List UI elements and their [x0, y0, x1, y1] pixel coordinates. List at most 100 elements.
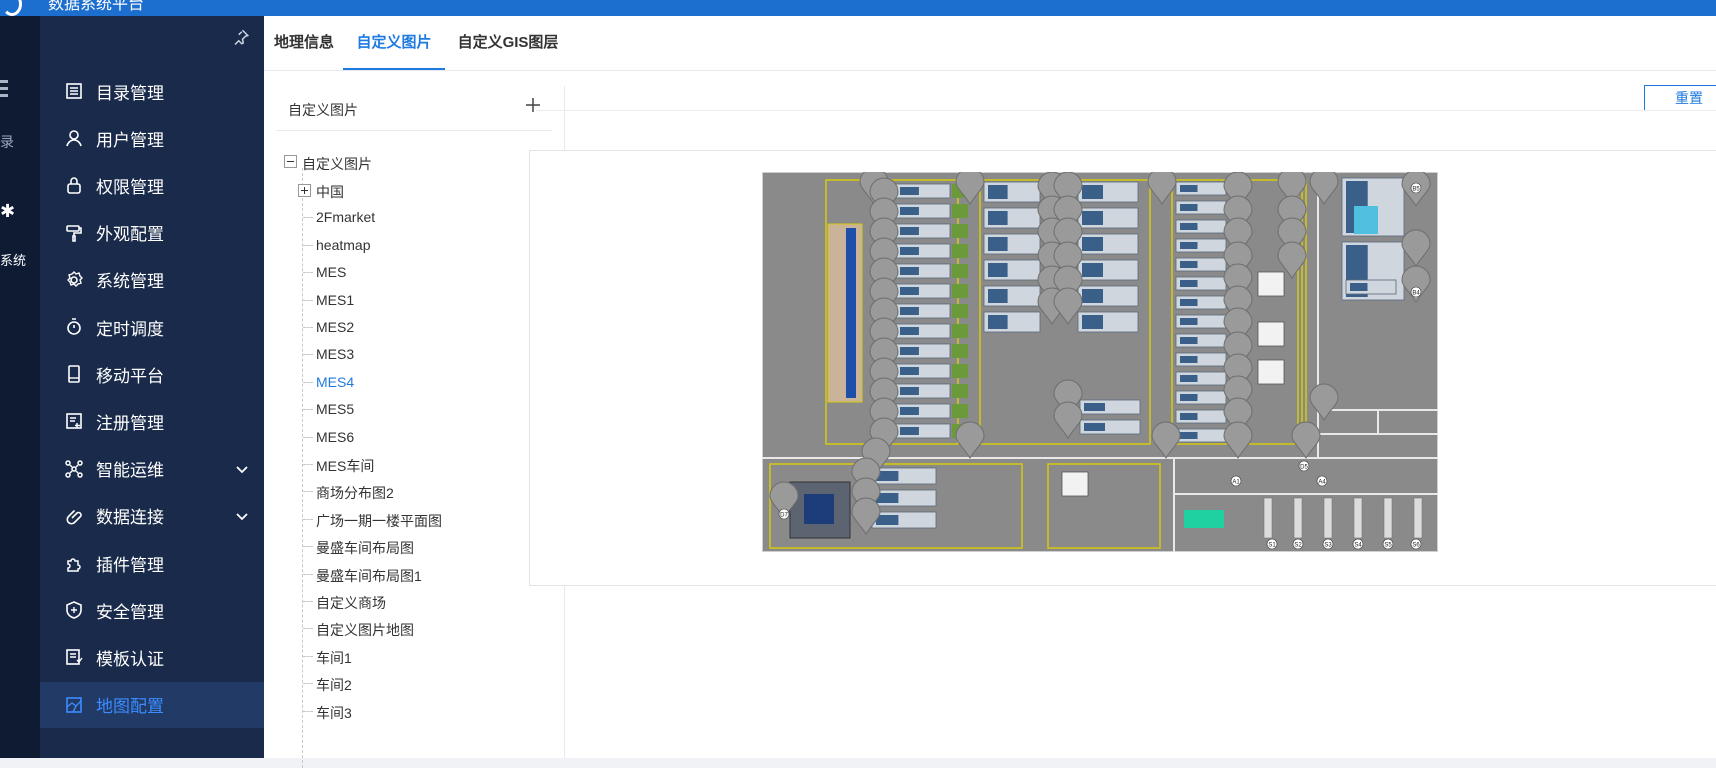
- sidebar-item-10[interactable]: 插件管理: [40, 540, 264, 586]
- machine-panel: [1082, 315, 1103, 329]
- machine-panel: [876, 515, 899, 525]
- catalog-icon: [66, 83, 82, 99]
- tree-node[interactable]: MES6: [316, 429, 354, 445]
- tree-node[interactable]: 广场一期一楼平面图: [316, 511, 442, 531]
- tree-guide-line: [303, 436, 313, 438]
- sidebar-item-3[interactable]: 外观配置: [40, 210, 264, 256]
- machine-panel: [1082, 263, 1103, 277]
- lock-icon: [67, 177, 81, 195]
- register-icon: [66, 413, 82, 430]
- tree-guide-line: [303, 354, 313, 356]
- machine-panel: [1180, 261, 1198, 268]
- tree-node[interactable]: 中国: [316, 182, 344, 202]
- tree-node[interactable]: MES5: [316, 401, 354, 417]
- machine-base: [952, 404, 968, 418]
- tree-guide-line: [303, 710, 313, 712]
- machine-panel: [1180, 242, 1198, 249]
- tree-guide-line: [303, 628, 313, 630]
- sidebar-item-0[interactable]: 目录管理: [40, 68, 264, 114]
- tab-geo-info[interactable]: 地理信息: [258, 16, 350, 68]
- tab-custom-gis-layer[interactable]: 自定义GIS图层: [454, 16, 562, 68]
- marker-label: D5: [1300, 465, 1308, 471]
- sidebar-item-label: 目录管理: [96, 83, 164, 103]
- tree-expand-toggle[interactable]: [298, 184, 311, 197]
- machine-panel: [900, 207, 919, 215]
- sidebar-item-4[interactable]: 系统管理: [40, 257, 264, 303]
- sidebar: 目录管理用户管理 权限管理 外观配置系统管理定时调度移动平台 注册管理 智能运维 数据连接…: [40, 16, 264, 758]
- sidebar-item-12[interactable]: 模板认证: [40, 634, 264, 680]
- sidebar-item-2[interactable]: 权限管理: [40, 162, 264, 208]
- sidebar-item-6[interactable]: 移动平台: [40, 351, 264, 397]
- machine-panel: [900, 327, 919, 335]
- machine-panel: [1180, 394, 1198, 401]
- tree-node[interactable]: 车间1: [316, 648, 352, 668]
- tree-node[interactable]: 曼盛车间布局图1: [316, 566, 422, 586]
- machine-base: [952, 224, 968, 238]
- machine-panel: [900, 287, 919, 295]
- chevron-down-icon[interactable]: [234, 508, 250, 524]
- tree-guide-line: [302, 168, 303, 768]
- machine-panel: [1350, 283, 1368, 291]
- tree-panel-title: 自定义图片: [288, 102, 358, 118]
- image-tree-panel: 自定义图片 自定义图片中国 2Fmarket heatmap MES MES1 MES2 M…: [276, 86, 565, 768]
- storage-rack: [1413, 497, 1423, 539]
- pin-icon[interactable]: [232, 28, 250, 46]
- machine-panel: [988, 289, 1008, 303]
- reset-button[interactable]: 重置: [1644, 85, 1716, 111]
- tree-guide-line: [303, 655, 313, 657]
- sidebar-item-7[interactable]: 注册管理: [40, 398, 264, 444]
- tree-collapse-toggle[interactable]: [284, 155, 297, 168]
- machine-panel: [900, 247, 919, 255]
- sidebar-item-5[interactable]: 定时调度: [40, 304, 264, 350]
- map-icon: [66, 696, 82, 713]
- plus-icon[interactable]: [524, 96, 542, 114]
- tree-node[interactable]: MES3: [316, 346, 354, 362]
- tree-node[interactable]: MES2: [316, 319, 354, 335]
- tree-node[interactable]: 商场分布图2: [316, 483, 394, 503]
- machine-panel: [1180, 204, 1198, 211]
- tree-node[interactable]: 自定义图片地图: [316, 620, 414, 640]
- tree-node[interactable]: MES: [316, 264, 346, 280]
- machine-panel: [1180, 375, 1198, 382]
- storage-rack: [1323, 497, 1333, 539]
- tree-node[interactable]: 2Fmarket: [316, 209, 375, 225]
- tree-guide-line: [303, 683, 313, 685]
- sidebar-item-label: 系统管理: [96, 272, 164, 292]
- list-icon[interactable]: [0, 80, 8, 100]
- sidebar-item-9[interactable]: 数据连接: [40, 493, 264, 539]
- machine-panel: [1084, 403, 1105, 411]
- conveyor-frame: [827, 223, 863, 403]
- chevron-down-icon[interactable]: [234, 461, 250, 477]
- machine-panel: [1180, 185, 1198, 192]
- machining-center-panel: [804, 494, 834, 524]
- tree-node[interactable]: 车间2: [316, 675, 352, 695]
- shield-icon: [66, 601, 82, 620]
- factory-floor-plan-image[interactable]: S1 S2 S3 S4 S5 S6 A1 A4 B4 B5 D5 D7: [762, 172, 1438, 552]
- icon-rail: 录 ✱ 系统: [0, 16, 40, 758]
- machine-panel: [1082, 211, 1103, 225]
- machine-panel: [1180, 223, 1198, 230]
- tab-custom-image[interactable]: 自定义图片: [343, 16, 445, 70]
- tree-node[interactable]: MES1: [316, 292, 354, 308]
- tree-root-node[interactable]: 自定义图片: [302, 154, 372, 174]
- tree-node[interactable]: MES4: [316, 374, 354, 390]
- sidebar-item-8[interactable]: 智能运维: [40, 446, 264, 492]
- sidebar-item-1[interactable]: 用户管理: [40, 115, 264, 161]
- sidebar-item-11[interactable]: 安全管理: [40, 587, 264, 633]
- sidebar-item-label: 定时调度: [96, 319, 164, 339]
- sidebar-item-13[interactable]: 地图配置: [40, 681, 264, 728]
- gear-icon[interactable]: ✱: [0, 202, 15, 220]
- robot-cell: [1257, 359, 1285, 385]
- tree-node[interactable]: heatmap: [316, 237, 370, 253]
- control-cabinet: [1354, 206, 1378, 234]
- rail-item-label[interactable]: 录: [0, 132, 14, 152]
- tree-guide-line: [303, 546, 313, 548]
- tree-node[interactable]: MES车间: [316, 456, 374, 476]
- tree-node[interactable]: 车间3: [316, 703, 352, 723]
- tree-node[interactable]: 自定义商场: [316, 593, 386, 613]
- tree-node[interactable]: 曼盛车间布局图: [316, 538, 414, 558]
- rail-item-label[interactable]: 系统: [0, 250, 26, 269]
- machine-panel: [900, 187, 919, 195]
- machine-panel: [988, 263, 1008, 277]
- marker-label: A4: [1318, 480, 1326, 486]
